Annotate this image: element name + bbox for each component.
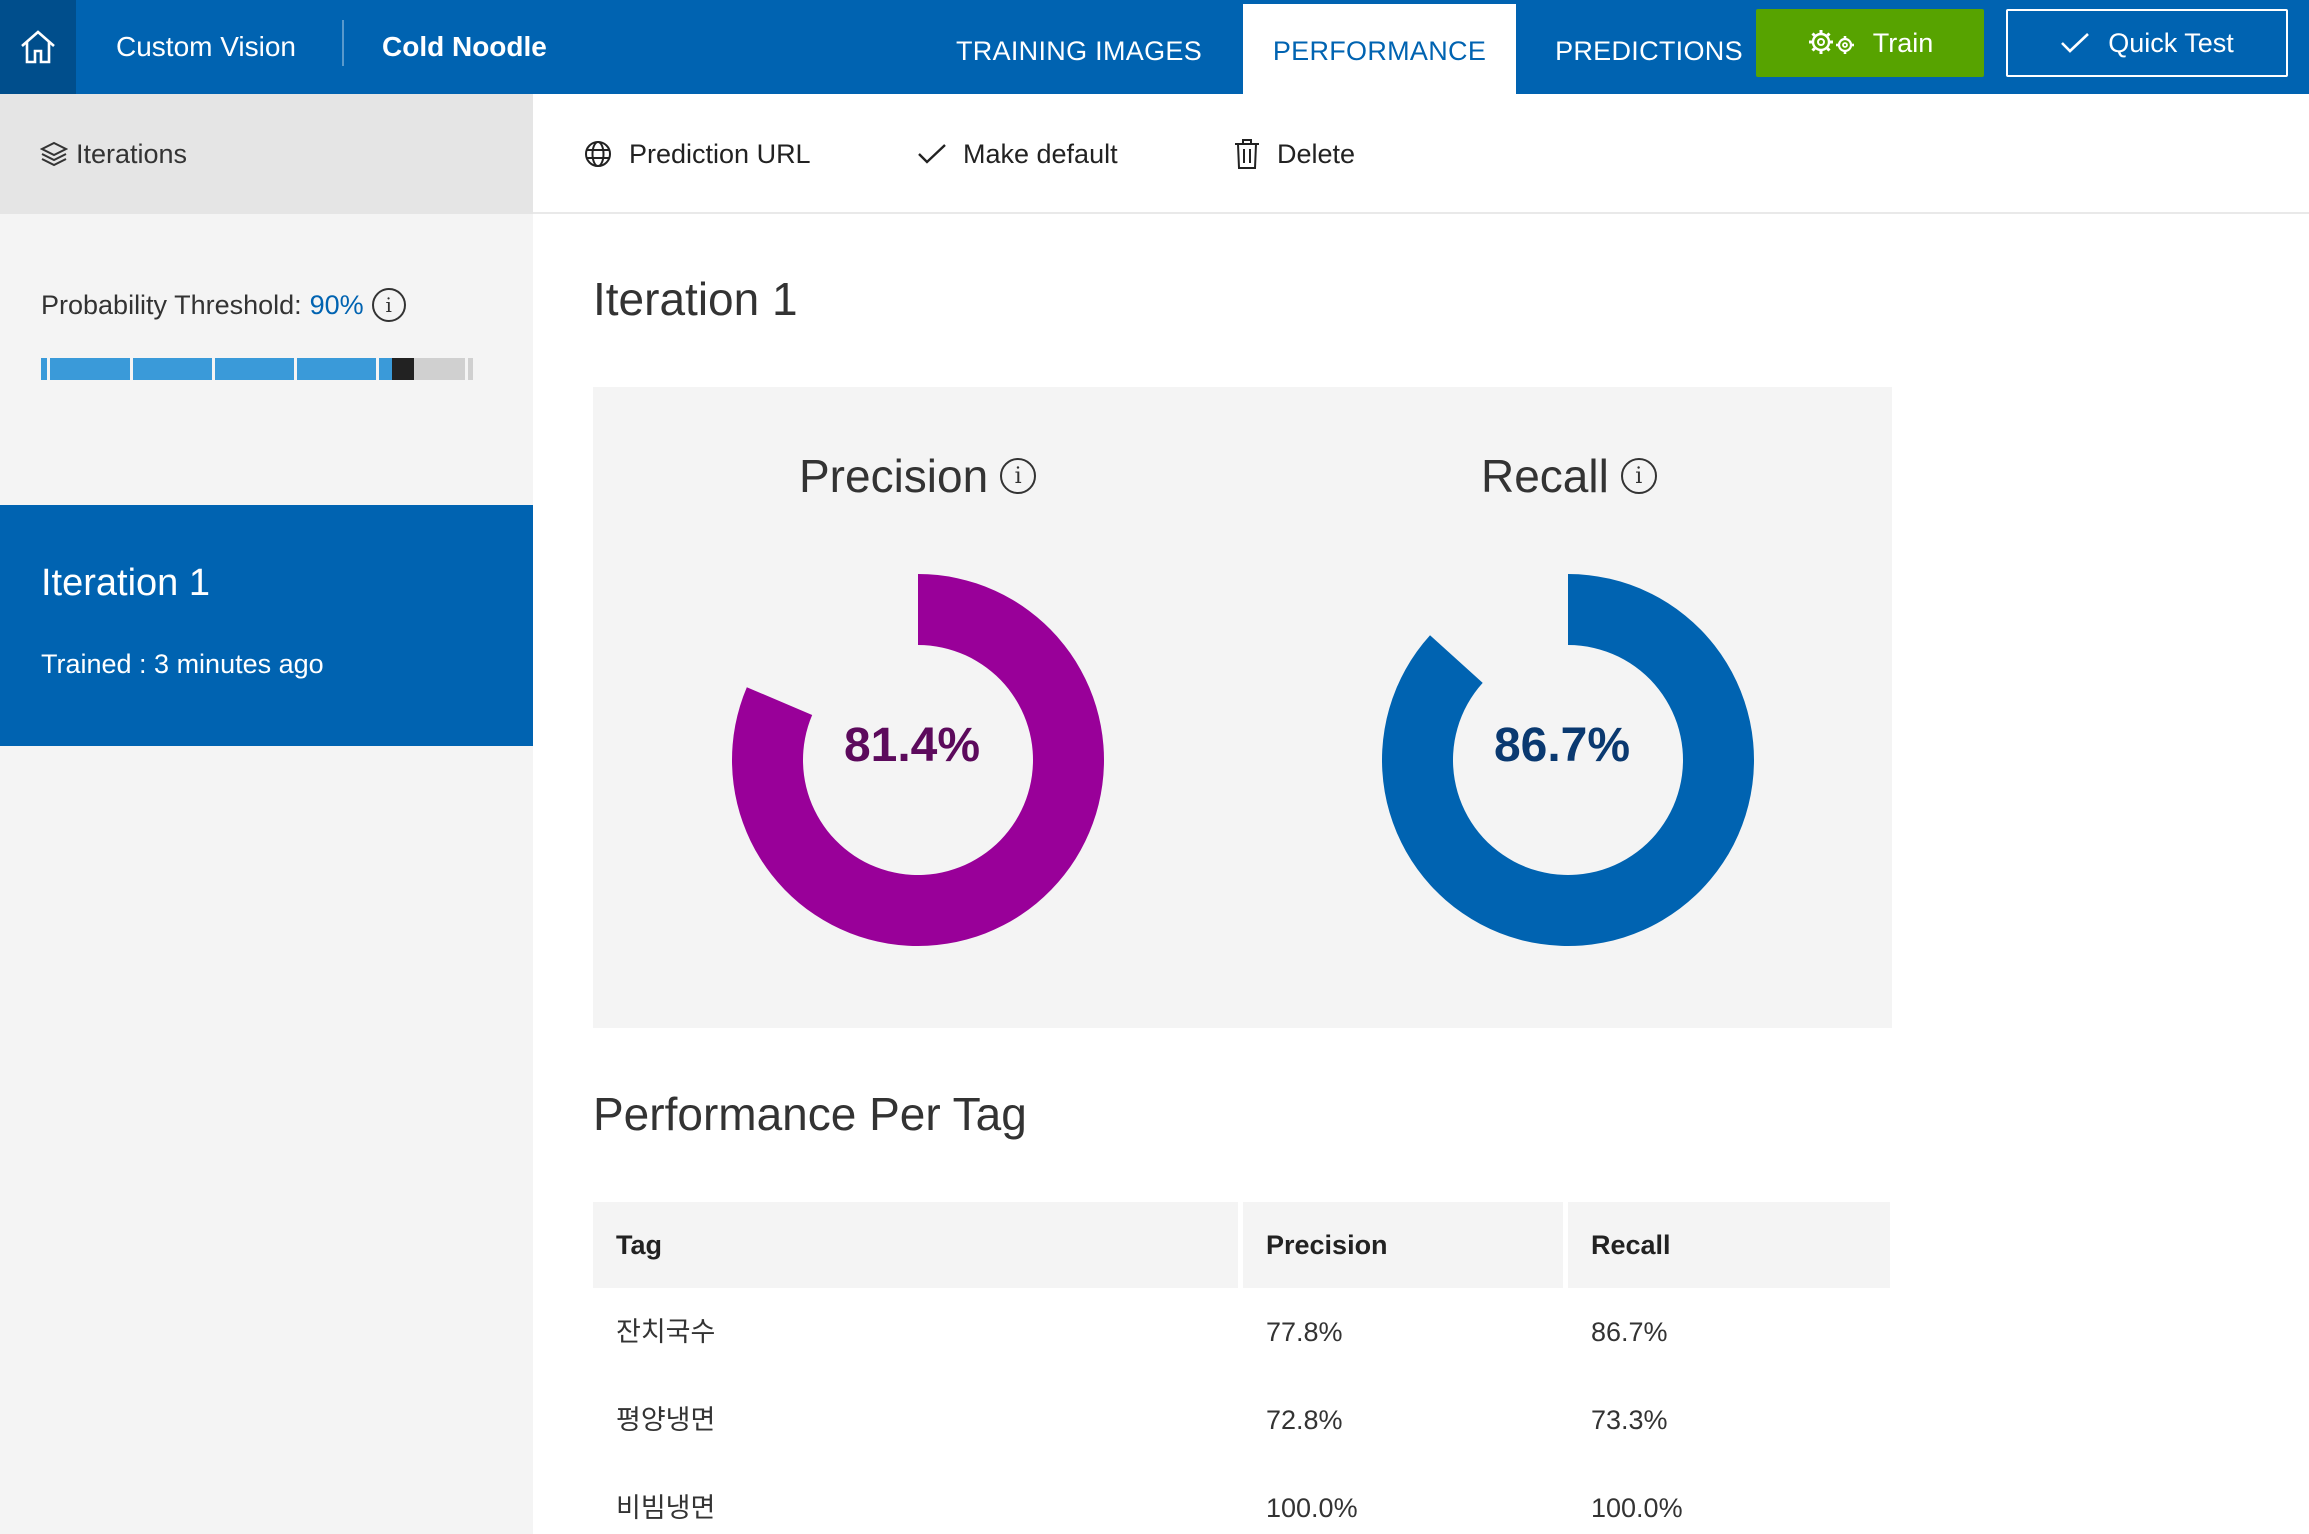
checkmark-icon [918, 144, 946, 164]
table-row: 잔치국수 77.8% 86.7% [593, 1288, 1890, 1376]
header-divider [342, 20, 344, 66]
precision-cell: 77.8% [1266, 1317, 1343, 1347]
tab-training-images[interactable]: TRAINING IMAGES [944, 4, 1214, 94]
iteration-title: Iteration 1 [593, 273, 798, 325]
delete-button[interactable]: Delete [1233, 94, 1355, 214]
iteration-card[interactable]: Iteration 1 Trained : 3 minutes ago [0, 505, 533, 746]
recall-donut: 86.7% [1382, 574, 1754, 946]
tag-cell: 잔치국수 [616, 1317, 716, 1347]
project-name[interactable]: Cold Noodle [382, 0, 547, 94]
prediction-url-button[interactable]: Prediction URL [583, 94, 811, 214]
trash-icon [1235, 139, 1259, 169]
train-label: Train [1872, 27, 1934, 58]
recall-value: 86.7% [1493, 718, 1631, 772]
quick-test-label: Quick Test [2108, 27, 2234, 58]
precision-cell: 100.0% [1266, 1493, 1358, 1523]
slider-tick [376, 358, 379, 380]
tab-performance[interactable]: PERFORMANCE [1243, 4, 1516, 94]
home-icon [21, 30, 55, 64]
precision-heading: Precision i [799, 449, 1037, 503]
iteration-toolbar: Prediction URL Make default Delete [533, 94, 2309, 214]
info-icon[interactable]: i [1000, 458, 1037, 494]
layers-icon [40, 141, 68, 167]
per-tag-title: Performance Per Tag [593, 1088, 1027, 1140]
iteration-trained-time: Trained : 3 minutes ago [41, 649, 324, 679]
recall-cell: 73.3% [1591, 1405, 1668, 1435]
threshold-slider[interactable] [41, 358, 473, 380]
column-header-tag[interactable]: Tag [593, 1202, 1238, 1288]
threshold-value: 90% [309, 289, 364, 320]
make-default-button[interactable]: Make default [917, 94, 1118, 214]
make-default-label: Make default [963, 138, 1118, 169]
column-header-recall[interactable]: Recall [1568, 1202, 1890, 1288]
metrics-panel: Precision i Recall i 81.4% 86.7% [593, 387, 1892, 1028]
delete-label: Delete [1277, 138, 1356, 169]
tab-predictions[interactable]: PREDICTIONS [1540, 4, 1758, 94]
slider-tick [212, 358, 215, 380]
recall-cell: 86.7% [1591, 1317, 1668, 1347]
slider-tick [130, 358, 133, 380]
iterations-header[interactable]: Iterations [0, 94, 533, 214]
threshold-label: Probability Threshold: [41, 289, 302, 320]
table-row: 비빔냉면 100.0% 100.0% [593, 1464, 1890, 1534]
precision-value: 81.4% [843, 718, 981, 772]
quick-test-button[interactable]: Quick Test [2006, 9, 2288, 77]
slider-thumb[interactable] [392, 358, 414, 380]
prediction-url-label: Prediction URL [629, 138, 811, 169]
recall-label: Recall [1481, 450, 1609, 502]
checkmark-icon [2061, 33, 2090, 53]
precision-label: Precision [799, 450, 989, 502]
brand-link[interactable]: Custom Vision [116, 0, 296, 94]
column-header-precision[interactable]: Precision [1243, 1202, 1563, 1288]
precision-donut: 81.4% [732, 574, 1104, 946]
top-navigation-bar: Custom Vision Cold Noodle TRAINING IMAGE… [0, 0, 2309, 94]
globe-icon [585, 141, 611, 167]
info-icon[interactable]: i [371, 288, 406, 322]
slider-tick [294, 358, 297, 380]
recall-cell: 100.0% [1591, 1493, 1683, 1523]
probability-threshold: Probability Threshold: 90% i [41, 288, 406, 322]
table-row: 평양냉면 72.8% 73.3% [593, 1376, 1890, 1464]
precision-cell: 72.8% [1266, 1405, 1343, 1435]
sidebar: Iterations Probability Threshold: 90% i … [0, 94, 533, 1534]
slider-fill [41, 358, 392, 380]
info-icon[interactable]: i [1620, 458, 1657, 494]
train-button[interactable]: Train [1756, 9, 1984, 77]
iteration-name: Iteration 1 [41, 562, 210, 604]
tag-cell: 비빔냉면 [616, 1493, 716, 1523]
tag-cell: 평양냉면 [616, 1405, 716, 1435]
slider-tick [465, 358, 468, 380]
slider-tick [47, 358, 50, 380]
iterations-label: Iterations [76, 138, 188, 169]
gears-icon [1808, 30, 1854, 54]
home-button[interactable] [0, 0, 76, 94]
recall-heading: Recall i [1481, 449, 1657, 503]
